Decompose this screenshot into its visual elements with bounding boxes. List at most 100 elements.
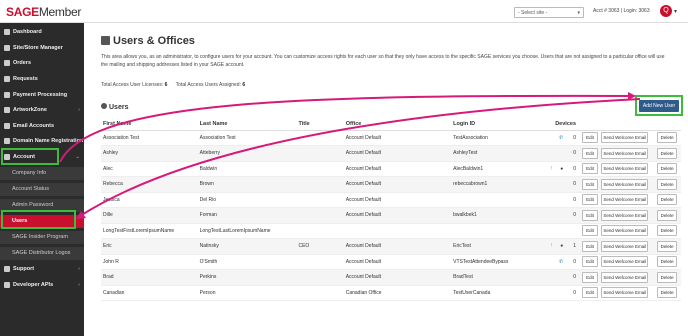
delete-button[interactable]: Delete <box>657 194 678 206</box>
add-new-user-button[interactable]: Add New User <box>639 100 679 112</box>
edit-button[interactable]: Edit <box>582 194 598 206</box>
users-icon <box>101 103 107 109</box>
sidebar-item-orders[interactable]: Orders <box>0 57 84 70</box>
cell-last-name: Baldwin <box>197 161 297 177</box>
send-welcome-email-button[interactable]: Send Welcome Email <box>601 225 649 237</box>
cell-devices: 0 <box>539 207 580 224</box>
cell-devices: 0 <box>539 145 580 162</box>
delete-button[interactable]: Delete <box>657 209 678 221</box>
cell-last-name: O'Smith <box>197 254 297 270</box>
sidebar-item-requests[interactable]: Requests <box>0 73 84 86</box>
edit-button[interactable]: Edit <box>582 147 598 159</box>
col-first-name[interactable]: First Name <box>101 118 198 131</box>
edit-button[interactable]: Edit <box>582 178 598 190</box>
cell-office: Account Default <box>343 238 452 255</box>
delete-button[interactable]: Delete <box>657 287 678 299</box>
send-welcome-email-button[interactable]: Send Welcome Email <box>601 132 649 144</box>
sidebar-sub-company-info[interactable]: Company Info <box>0 167 84 180</box>
cell-login-id: bwalkbek1 <box>451 207 540 224</box>
send-welcome-email-button[interactable]: Send Welcome Email <box>601 287 649 299</box>
table-row[interactable]: Canadian Person Canadian Office TestUserCan… <box>101 285 681 301</box>
cell-first-name: Alec <box>101 161 198 177</box>
chevron-right-icon: › <box>78 282 80 288</box>
edit-button[interactable]: Edit <box>582 287 598 299</box>
cell-title <box>296 145 344 162</box>
sidebar-item-support[interactable]: Support › <box>0 263 84 276</box>
domain-icon <box>4 137 10 144</box>
site-select[interactable]: - Select site - ▾ <box>514 7 584 18</box>
sidebar-item-payment-processing[interactable]: Payment Processing <box>0 89 84 102</box>
delete-button[interactable]: Delete <box>657 240 678 252</box>
delete-button[interactable]: Delete <box>657 178 678 190</box>
table-row[interactable]: Dille Forman Account Default bwalkbek1 0 Edit… <box>101 207 681 224</box>
delete-button[interactable]: Delete <box>657 256 678 268</box>
edit-button[interactable]: Edit <box>582 256 598 268</box>
sidebar-item-developer-apis[interactable]: Developer APIs › <box>0 279 84 292</box>
col-last-name[interactable]: Last Name <box>197 118 297 131</box>
cell-first-name: Dille <box>101 207 198 224</box>
col-login-id[interactable]: Login ID <box>451 118 540 131</box>
table-row[interactable]: Ashley Atteberry Account Default AshleyTest… <box>101 145 681 162</box>
send-welcome-email-button[interactable]: Send Welcome Email <box>601 271 649 283</box>
delete-button[interactable]: Delete <box>657 225 678 237</box>
edit-button[interactable]: Edit <box>582 132 598 144</box>
cell-devices: 0 <box>539 285 580 301</box>
sidebar-item-dashboard[interactable]: Dashboard <box>0 26 84 39</box>
delete-button[interactable]: Delete <box>657 132 678 144</box>
page-title: Users & Offices <box>101 35 195 47</box>
cell-last-name: Person <box>197 285 297 301</box>
edit-button[interactable]: Edit <box>582 209 598 221</box>
user-icon: ● <box>560 165 564 172</box>
device-count: 0 <box>573 196 576 203</box>
send-welcome-email-button[interactable]: Send Welcome Email <box>601 147 649 159</box>
table-row[interactable]: LongTestFirstLoremIpsumName LongTestLastL… <box>101 223 681 239</box>
support-icon <box>4 265 10 272</box>
send-welcome-email-button[interactable]: Send Welcome Email <box>601 194 649 206</box>
table-row[interactable]: Jessica Del Rio Account Default 0 Edit Send W… <box>101 192 681 208</box>
sage-member-logo[interactable]: SAGEMember <box>6 5 81 19</box>
col-office[interactable]: Office <box>343 118 452 131</box>
cell-office: Account Default <box>343 254 452 270</box>
edit-button[interactable]: Edit <box>582 225 598 237</box>
send-welcome-email-button[interactable]: Send Welcome Email <box>601 209 649 221</box>
cell-office: Account Default <box>343 269 452 286</box>
cell-title <box>296 161 344 177</box>
cell-last-name: Del Rio <box>197 192 297 208</box>
table-row[interactable]: Rebecca Brown Account Default rebeccabrown1… <box>101 176 681 193</box>
sidebar-sub-sage-distributor-logos[interactable]: SAGE Distributor Logos <box>0 247 84 260</box>
avatar-chevron-icon[interactable]: ▾ <box>674 8 677 15</box>
sidebar-item-domain-name-registration[interactable]: Domain Name Registration <box>0 135 84 148</box>
sidebar-item-site-store-manager[interactable]: Site/Store Manager <box>0 42 84 55</box>
send-welcome-email-button[interactable]: Send Welcome Email <box>601 163 649 175</box>
table-row[interactable]: Association Test Association Test Account … <box>101 130 681 146</box>
table-row[interactable]: Eric Natinsky CEO Account Default EricTest! … <box>101 238 681 255</box>
send-welcome-email-button[interactable]: Send Welcome Email <box>601 256 649 268</box>
table-row[interactable]: Alec Baldwin Account Default AlecBaldwin1! … <box>101 161 681 177</box>
table-row[interactable]: John R O'Smith Account Default VTSTestAtten… <box>101 254 681 270</box>
table-row[interactable]: Brad Perkins Account Default BradTest 0 Edit S… <box>101 269 681 286</box>
cell-first-name: Rebecca <box>101 176 198 193</box>
cell-last-name: Brown <box>197 176 297 193</box>
sidebar-item-artworkzone[interactable]: ArtworkZone › <box>0 104 84 117</box>
edit-button[interactable]: Edit <box>582 163 598 175</box>
cell-login-id <box>451 192 540 208</box>
sidebar-sub-account-status[interactable]: Account Status <box>0 183 84 196</box>
requests-icon <box>4 75 10 82</box>
cell-first-name: Association Test <box>101 130 198 146</box>
delete-button[interactable]: Delete <box>657 147 678 159</box>
sidebar-item-email-accounts[interactable]: Email Accounts <box>0 120 84 133</box>
send-welcome-email-button[interactable]: Send Welcome Email <box>601 240 649 252</box>
delete-button[interactable]: Delete <box>657 163 678 175</box>
edit-button[interactable]: Edit <box>582 271 598 283</box>
cell-title <box>296 192 344 208</box>
delete-button[interactable]: Delete <box>657 271 678 283</box>
col-title[interactable]: Title <box>296 118 344 131</box>
sidebar-sub-sage-insider-program[interactable]: SAGE Insider Program <box>0 231 84 244</box>
send-welcome-email-button[interactable]: Send Welcome Email <box>601 178 649 190</box>
cell-devices: 0 <box>539 192 580 208</box>
top-bar: SAGEMember - Select site - ▾ Acct # 3063… <box>0 0 688 23</box>
cell-devices: ✆ 0 <box>539 130 580 146</box>
cell-office: Canadian Office <box>343 285 452 301</box>
edit-button[interactable]: Edit <box>582 240 598 252</box>
user-avatar[interactable]: Q <box>660 5 672 17</box>
